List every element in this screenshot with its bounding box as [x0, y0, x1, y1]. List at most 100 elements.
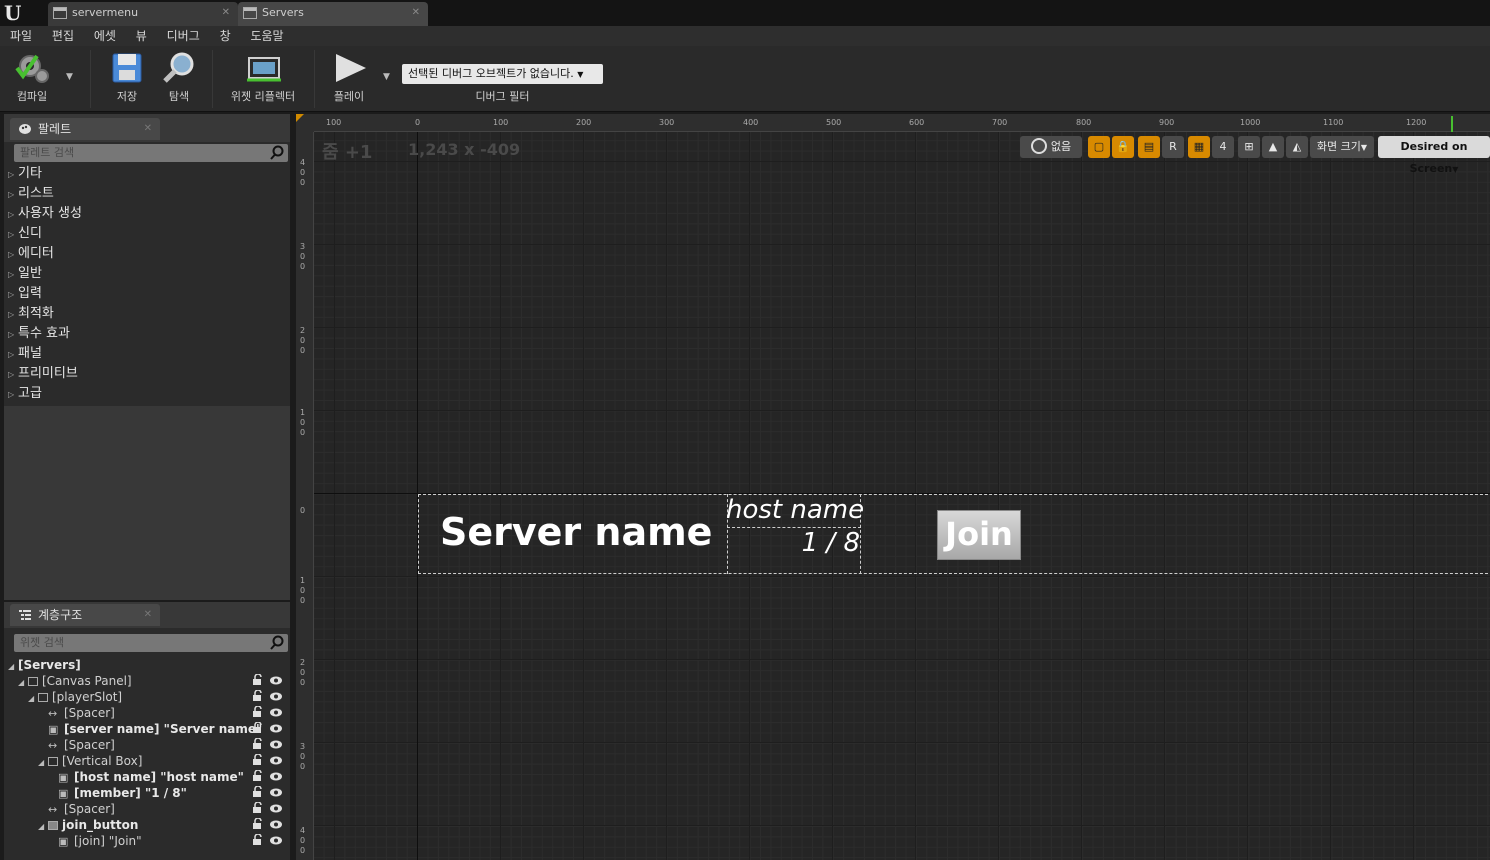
tab-label: servermenu: [72, 6, 139, 19]
browse-button[interactable]: 탐색: [156, 46, 202, 110]
palette-search[interactable]: [14, 144, 288, 162]
menu-debug[interactable]: 디버그: [161, 26, 206, 46]
localization-preview-button[interactable]: 없음: [1020, 136, 1082, 158]
menu-edit[interactable]: 편집: [46, 26, 80, 46]
lock-icon[interactable]: [252, 722, 264, 734]
widget-search-input[interactable]: [20, 636, 260, 649]
menu-asset[interactable]: 에셋: [88, 26, 122, 46]
menu-view[interactable]: 뷰: [130, 26, 153, 46]
background-toggle-button[interactable]: ▲: [1262, 136, 1284, 158]
palette-category[interactable]: ▷ 최적화: [8, 304, 54, 325]
close-icon[interactable]: ✕: [144, 118, 152, 140]
palette-search-input[interactable]: [20, 146, 260, 159]
menu-window[interactable]: 창: [214, 26, 237, 46]
menu-help[interactable]: 도움말: [244, 26, 289, 46]
palette-tab[interactable]: 팔레트 ✕: [10, 118, 160, 140]
hierarchy-tab[interactable]: 계층구조 ✕: [10, 604, 160, 626]
screen-size-dropdown[interactable]: 화면 크기▼: [1310, 136, 1374, 158]
tab-servers[interactable]: Servers ✕: [238, 2, 428, 26]
lock-icon[interactable]: [252, 754, 264, 766]
palette-category[interactable]: ▷ 입력: [8, 284, 42, 305]
compile-options-chevron-icon[interactable]: ▼: [66, 72, 73, 82]
localization-label: 없음: [1050, 140, 1072, 153]
tree-row-member[interactable]: ▣ [member] "1 / 8": [4, 785, 290, 801]
close-icon[interactable]: ✕: [144, 604, 152, 626]
widget-reflector-icon: [247, 57, 281, 82]
eye-icon[interactable]: [269, 707, 283, 718]
palette-category[interactable]: ▷ 프리미티브: [8, 364, 78, 385]
respect-locks-button[interactable]: R: [1162, 136, 1184, 158]
grid-snap-toggle-button[interactable]: ▦: [1188, 136, 1210, 158]
palette-category[interactable]: ▷ 에디터: [8, 244, 54, 265]
palette-category[interactable]: ▷ 기타: [8, 164, 42, 185]
ruler-tick-label: 800: [1076, 118, 1092, 127]
eye-icon[interactable]: [269, 819, 283, 830]
tree-row-player-slot[interactable]: ◢ [playerSlot]: [4, 689, 290, 705]
unreal-logo-icon[interactable]: U: [4, 2, 26, 24]
palette-category[interactable]: ▷ 리스트: [8, 184, 54, 205]
close-icon[interactable]: ✕: [222, 2, 230, 24]
flip-preview-button[interactable]: ◭: [1286, 136, 1308, 158]
lock-icon[interactable]: [252, 834, 264, 846]
lock-icon[interactable]: [252, 674, 264, 686]
toolbar: 컴파일 ▼ 저장 탐색 위젯 리플렉터 플레이 ▼ 선택된 디버그 오브젝트가 …: [0, 46, 1490, 112]
tree-row-canvas-panel[interactable]: ◢ [Canvas Panel]: [4, 673, 290, 689]
zoom-to-fit-button[interactable]: ⊞: [1238, 136, 1260, 158]
eye-icon[interactable]: [269, 691, 283, 702]
tree-row-servers[interactable]: ◢ [Servers]: [4, 657, 290, 673]
lock-icon[interactable]: [252, 786, 264, 798]
ruler-tick-label: 700: [992, 118, 1008, 127]
lock-icon[interactable]: [252, 802, 264, 814]
designer-viewport[interactable]: 100 0 100 200 300 400 500 600 700 800 90…: [296, 114, 1490, 860]
compile-button[interactable]: 컴파일: [6, 46, 58, 110]
lock-icon[interactable]: [252, 770, 264, 782]
grid-snap-value-button[interactable]: 4: [1212, 136, 1234, 158]
tree-row-join-button[interactable]: ◢ join_button: [4, 817, 290, 833]
fill-screen-dropdown[interactable]: Desired on Screen▼: [1378, 136, 1490, 175]
category-label: 일반: [18, 266, 42, 281]
eye-icon[interactable]: [269, 803, 283, 814]
tree-row-spacer[interactable]: ↔ [Spacer]: [4, 737, 290, 753]
lock-icon[interactable]: [252, 738, 264, 750]
palette-category[interactable]: ▷ 특수 효과: [8, 324, 70, 345]
tree-row-spacer[interactable]: ↔ [Spacer]: [4, 801, 290, 817]
tree-row-host-name[interactable]: ▣ [host name] "host name": [4, 769, 290, 785]
palette-category[interactable]: ▷ 고급: [8, 384, 42, 405]
layout-snap-button[interactable]: ▤: [1138, 136, 1160, 158]
join-label: Join: [945, 515, 1013, 553]
tree-row-vertical-box[interactable]: ◢ [Vertical Box]: [4, 753, 290, 769]
eye-icon[interactable]: [269, 755, 283, 766]
lock-icon[interactable]: [252, 818, 264, 830]
server-name-text[interactable]: Server name: [440, 510, 712, 554]
outline-toggle-button[interactable]: ▢: [1088, 136, 1110, 158]
host-name-text[interactable]: host name: [726, 495, 864, 525]
widget-search[interactable]: [14, 634, 288, 652]
lock-icon[interactable]: [252, 706, 264, 718]
expand-arrow-icon: ▷: [8, 270, 15, 279]
tree-row-join-text[interactable]: ▣ [join] "Join": [4, 833, 290, 849]
palette-category[interactable]: ▷ 사용자 생성: [8, 204, 82, 225]
lock-icon[interactable]: [252, 690, 264, 702]
member-count-text[interactable]: 1 / 8: [726, 528, 860, 558]
palette-category[interactable]: ▷ 패널: [8, 344, 42, 365]
join-button[interactable]: Join: [937, 510, 1021, 560]
widget-reflector-button[interactable]: 위젯 리플렉터: [224, 46, 302, 110]
tree-row-server-name[interactable]: ▣ [server name] "Server name": [4, 721, 290, 737]
menu-file[interactable]: 파일: [4, 26, 38, 46]
eye-icon[interactable]: [269, 723, 283, 734]
eye-icon[interactable]: [269, 675, 283, 686]
eye-icon[interactable]: [269, 771, 283, 782]
debug-object-select[interactable]: 선택된 디버그 오브젝트가 없습니다. ▼: [402, 64, 603, 84]
tab-servermenu[interactable]: servermenu ✕: [48, 2, 238, 26]
palette-category[interactable]: ▷ 신디: [8, 224, 42, 245]
eye-icon[interactable]: [269, 739, 283, 750]
eye-icon[interactable]: [269, 835, 283, 846]
save-button[interactable]: 저장: [104, 46, 150, 110]
lock-toggle-button[interactable]: 🔒: [1112, 136, 1134, 158]
play-options-chevron-icon[interactable]: ▼: [383, 72, 390, 82]
close-icon[interactable]: ✕: [412, 2, 420, 24]
tree-row-spacer[interactable]: ↔ [Spacer]: [4, 705, 290, 721]
palette-category[interactable]: ▷ 일반: [8, 264, 42, 285]
eye-icon[interactable]: [269, 787, 283, 798]
play-button[interactable]: 플레이: [324, 46, 374, 110]
